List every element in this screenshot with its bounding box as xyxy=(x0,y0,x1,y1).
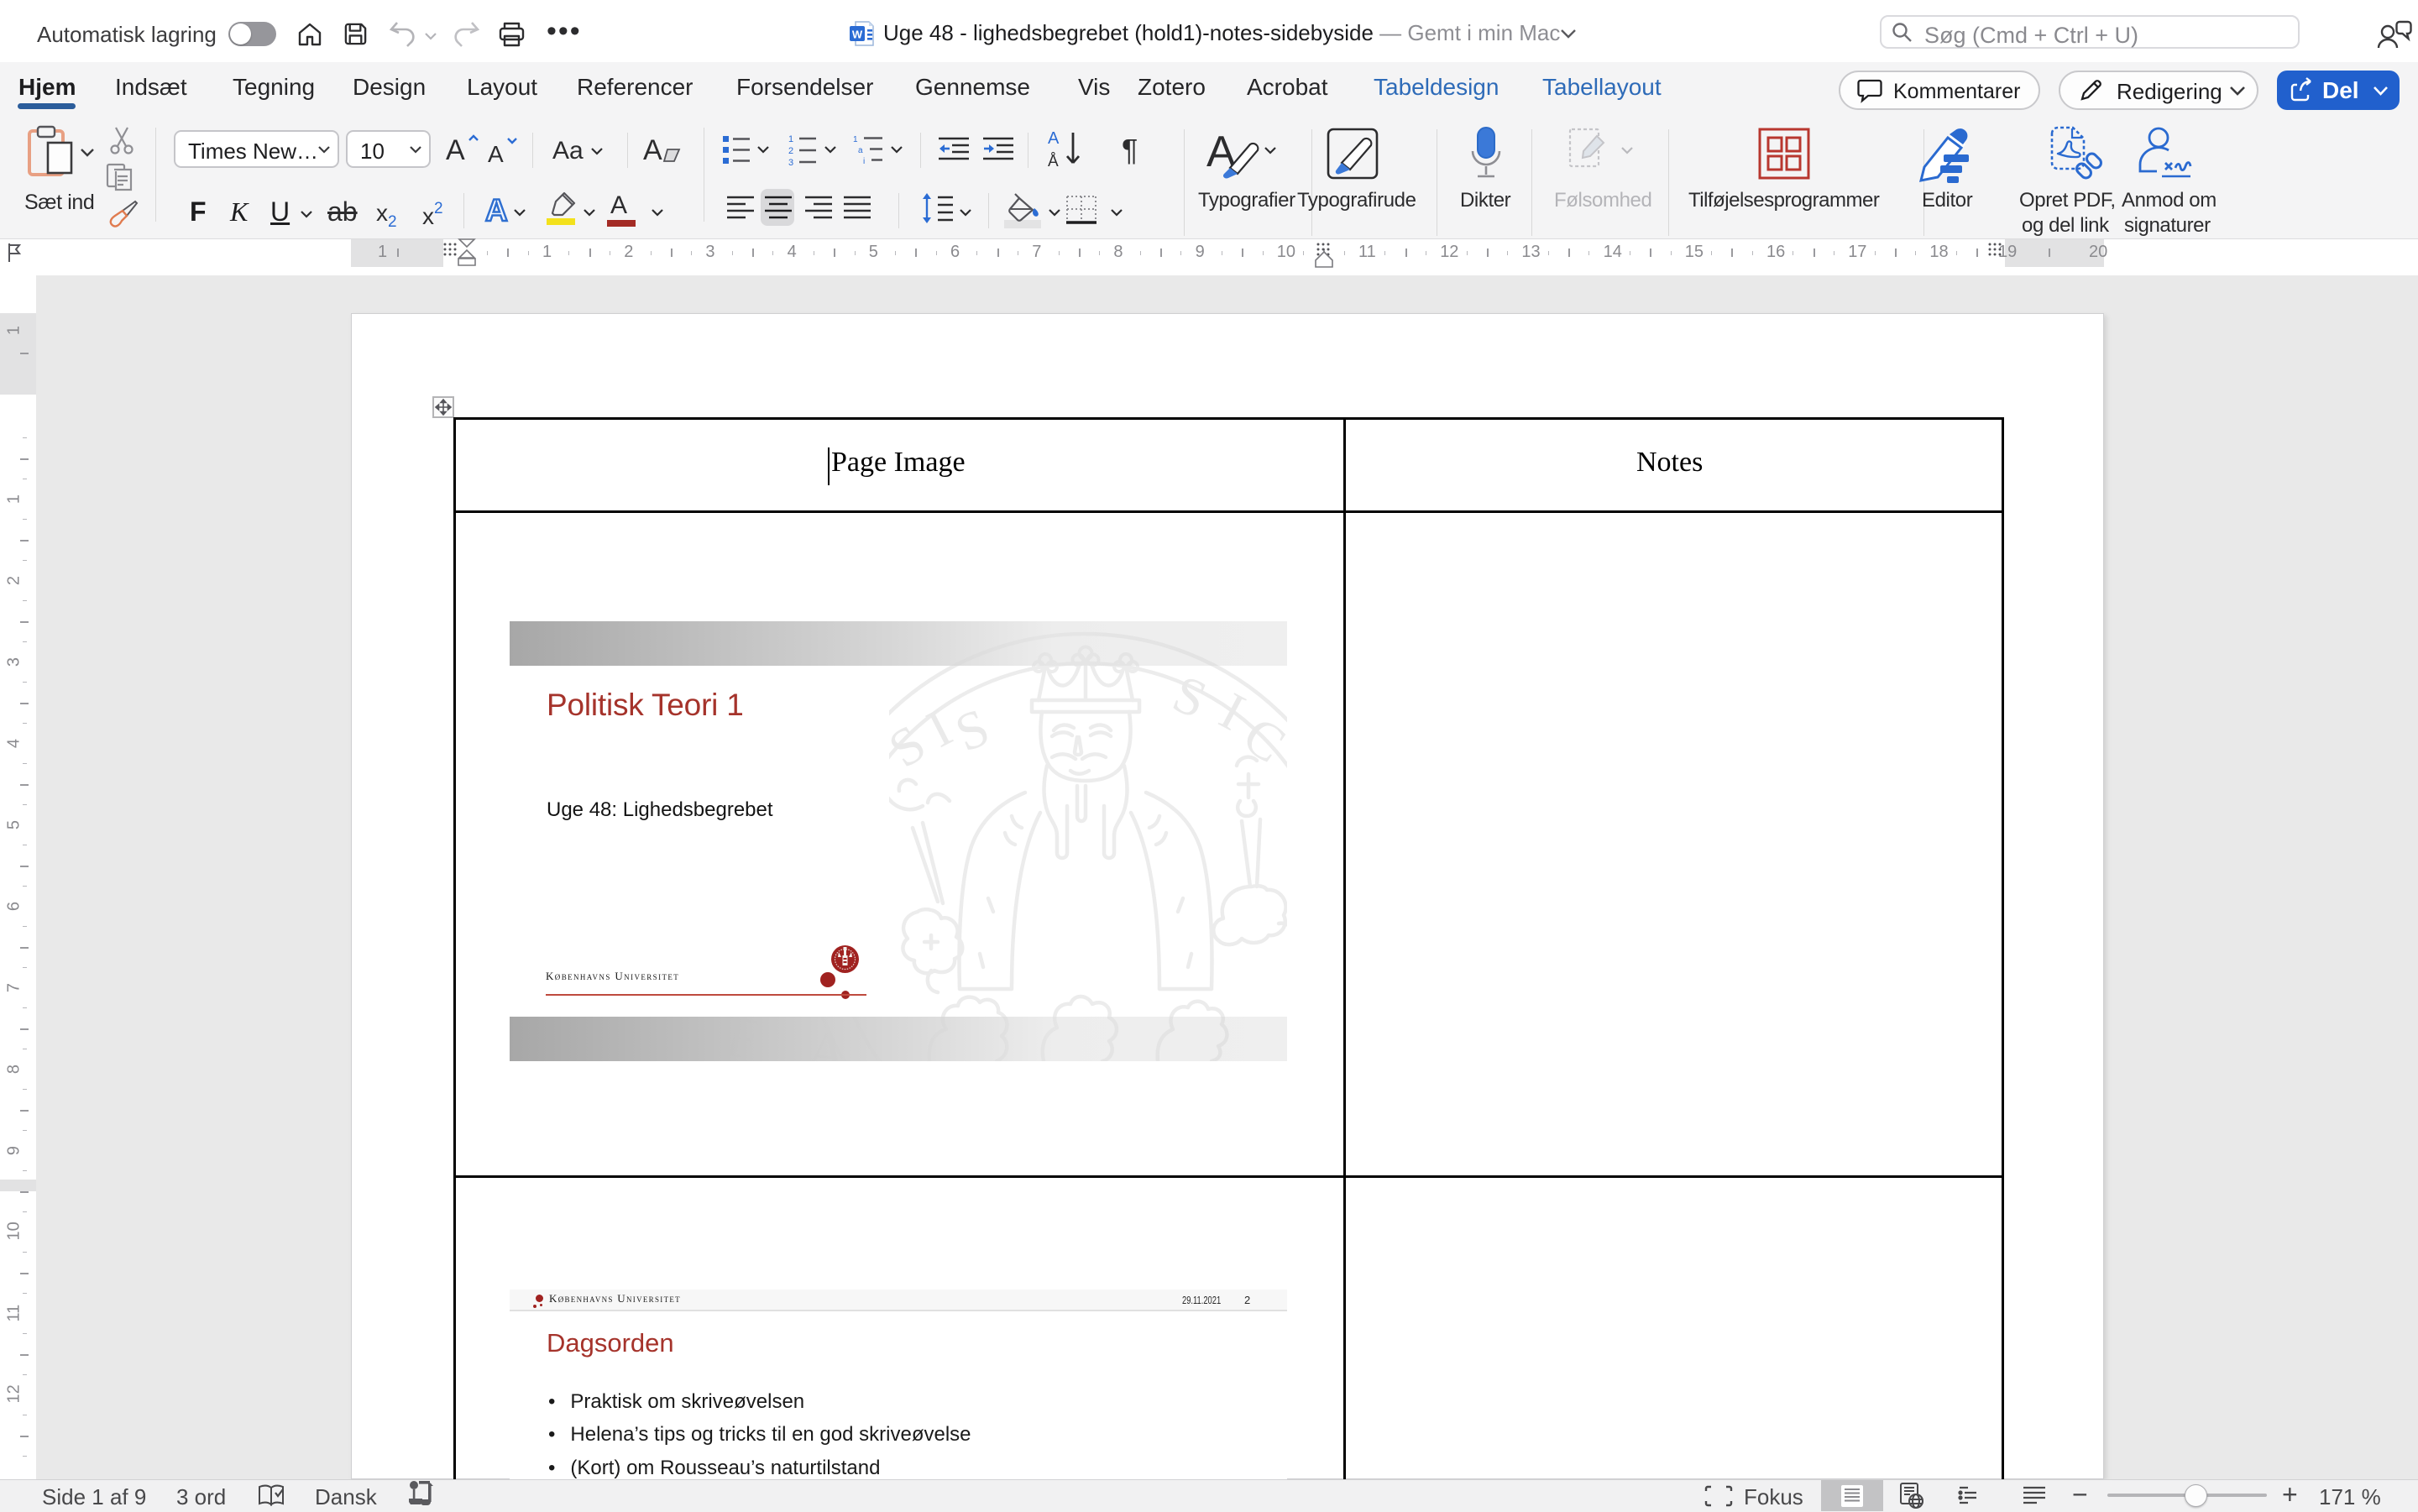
svg-text:a: a xyxy=(858,146,863,155)
svg-text:2: 2 xyxy=(788,146,793,156)
svg-text:Å: Å xyxy=(1048,153,1059,170)
svg-text:1: 1 xyxy=(853,135,858,144)
svg-text:1: 1 xyxy=(788,134,793,144)
svg-text:W: W xyxy=(852,29,863,41)
svg-text:i: i xyxy=(863,157,865,166)
svg-text:A: A xyxy=(1048,129,1060,148)
svg-text:3: 3 xyxy=(788,158,793,168)
